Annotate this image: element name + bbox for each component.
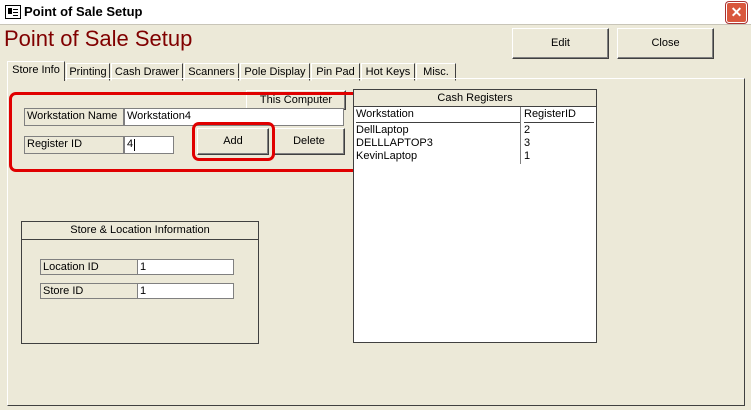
title-bar: Point of Sale Setup ✕: [0, 0, 751, 25]
cash-registers-list[interactable]: Cash Registers Workstation RegisterID De…: [353, 89, 597, 343]
window-close-button[interactable]: ✕: [726, 2, 747, 23]
edit-button[interactable]: Edit: [512, 28, 609, 59]
form-window-icon[interactable]: [5, 5, 21, 19]
tab-store-info[interactable]: Store Info: [7, 61, 65, 81]
add-highlight: [192, 122, 275, 161]
location-id-label: Location ID: [40, 259, 138, 275]
list-row-2-register-id[interactable]: 3: [524, 137, 530, 150]
list-row-3-workstation[interactable]: KevinLaptop: [356, 150, 417, 163]
close-button[interactable]: Close: [617, 28, 714, 59]
store-id-label: Store ID: [40, 283, 138, 299]
col-header-workstation: Workstation: [356, 107, 520, 123]
window-title: Point of Sale Setup: [24, 4, 143, 19]
list-row-2-workstation[interactable]: DELLLAPTOP3: [356, 137, 433, 150]
col-header-registerid: RegisterID: [524, 107, 594, 123]
column-divider: [520, 107, 521, 164]
list-row-1-workstation[interactable]: DellLaptop: [356, 124, 409, 137]
cash-registers-title: Cash Registers: [354, 90, 596, 107]
location-id-input[interactable]: 1: [137, 259, 234, 275]
store-location-title: Store & Location Information: [22, 222, 258, 240]
form-title: Point of Sale Setup: [4, 26, 193, 51]
store-id-input[interactable]: 1: [137, 283, 234, 299]
list-row-1-register-id[interactable]: 2: [524, 124, 530, 137]
register-highlight: [9, 92, 371, 172]
list-row-3-register-id[interactable]: 1: [524, 150, 530, 163]
